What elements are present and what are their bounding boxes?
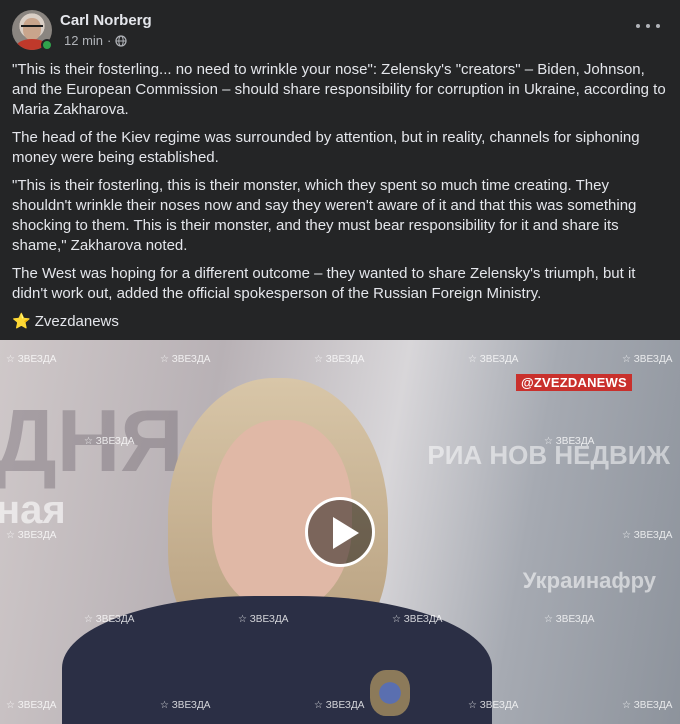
meta-separator: · [107,33,112,48]
watermark: ☆ ЗВЕЗДА [314,700,365,711]
post-meta: 12 min · [64,33,127,48]
post-header: Carl Norberg 12 min · [12,10,668,52]
watermark: ☆ ЗВЕЗДА [238,614,289,625]
background-signage: Украинафру [522,568,656,593]
star-icon: ⭐ [12,313,31,330]
more-options-button[interactable] [636,18,660,34]
watermark: ☆ ЗВЕЗДА [84,614,135,625]
more-horizontal-icon [656,24,660,28]
post-text: "This is their fosterling... no need to … [12,60,672,332]
watermark: ☆ ЗВЕЗДА [468,354,519,365]
watermark: ☆ ЗВЕЗДА [622,700,673,711]
source-name: Zvezdanews [34,313,119,330]
watermark: ☆ ЗВЕЗДА [544,614,595,625]
watermark: ☆ ЗВЕЗДА [6,700,57,711]
post-source: ⭐ Zvezdanews [12,312,672,332]
play-button[interactable] [305,497,375,567]
channel-tag: @ZVEZDANEWS [516,374,632,391]
post-time[interactable]: 12 min [64,33,103,48]
background-signage: ная [0,488,66,532]
speaker-brooch [370,670,410,716]
post-paragraph: "This is their fosterling, this is their… [12,177,637,254]
watermark: ☆ ЗВЕЗДА [622,354,673,365]
post-paragraph: "This is their fosterling... no need to … [12,61,666,118]
watermark: ☆ ЗВЕЗДА [160,700,211,711]
watermark: ☆ ЗВЕЗДА [314,354,365,365]
author-name[interactable]: Carl Norberg [60,12,152,29]
watermark: ☆ ЗВЕЗДА [6,530,57,541]
watermark: ☆ ЗВЕЗДА [84,436,135,447]
post-paragraph: The West was hoping for a different outc… [12,265,636,302]
online-status-icon [41,39,53,51]
watermark: ☆ ЗВЕЗДА [392,614,443,625]
watermark: ☆ ЗВЕЗДА [6,354,57,365]
watermark: ☆ ЗВЕЗДА [544,436,595,447]
play-icon [333,517,359,549]
watermark: ☆ ЗВЕЗДА [468,700,519,711]
avatar-glasses [21,25,43,30]
post-card: Carl Norberg 12 min · "This is their fos… [0,0,680,724]
globe-icon[interactable] [115,34,127,47]
watermark: ☆ ЗВЕЗДА [160,354,211,365]
more-horizontal-icon [646,24,650,28]
watermark: ☆ ЗВЕЗДА [622,530,673,541]
video-player[interactable]: ДНЯ ная РИА НОВ НЕДВИЖ Украинафру ☆ ЗВЕЗ… [0,340,680,724]
post-paragraph: The head of the Kiev regime was surround… [12,129,640,166]
more-horizontal-icon [636,24,640,28]
